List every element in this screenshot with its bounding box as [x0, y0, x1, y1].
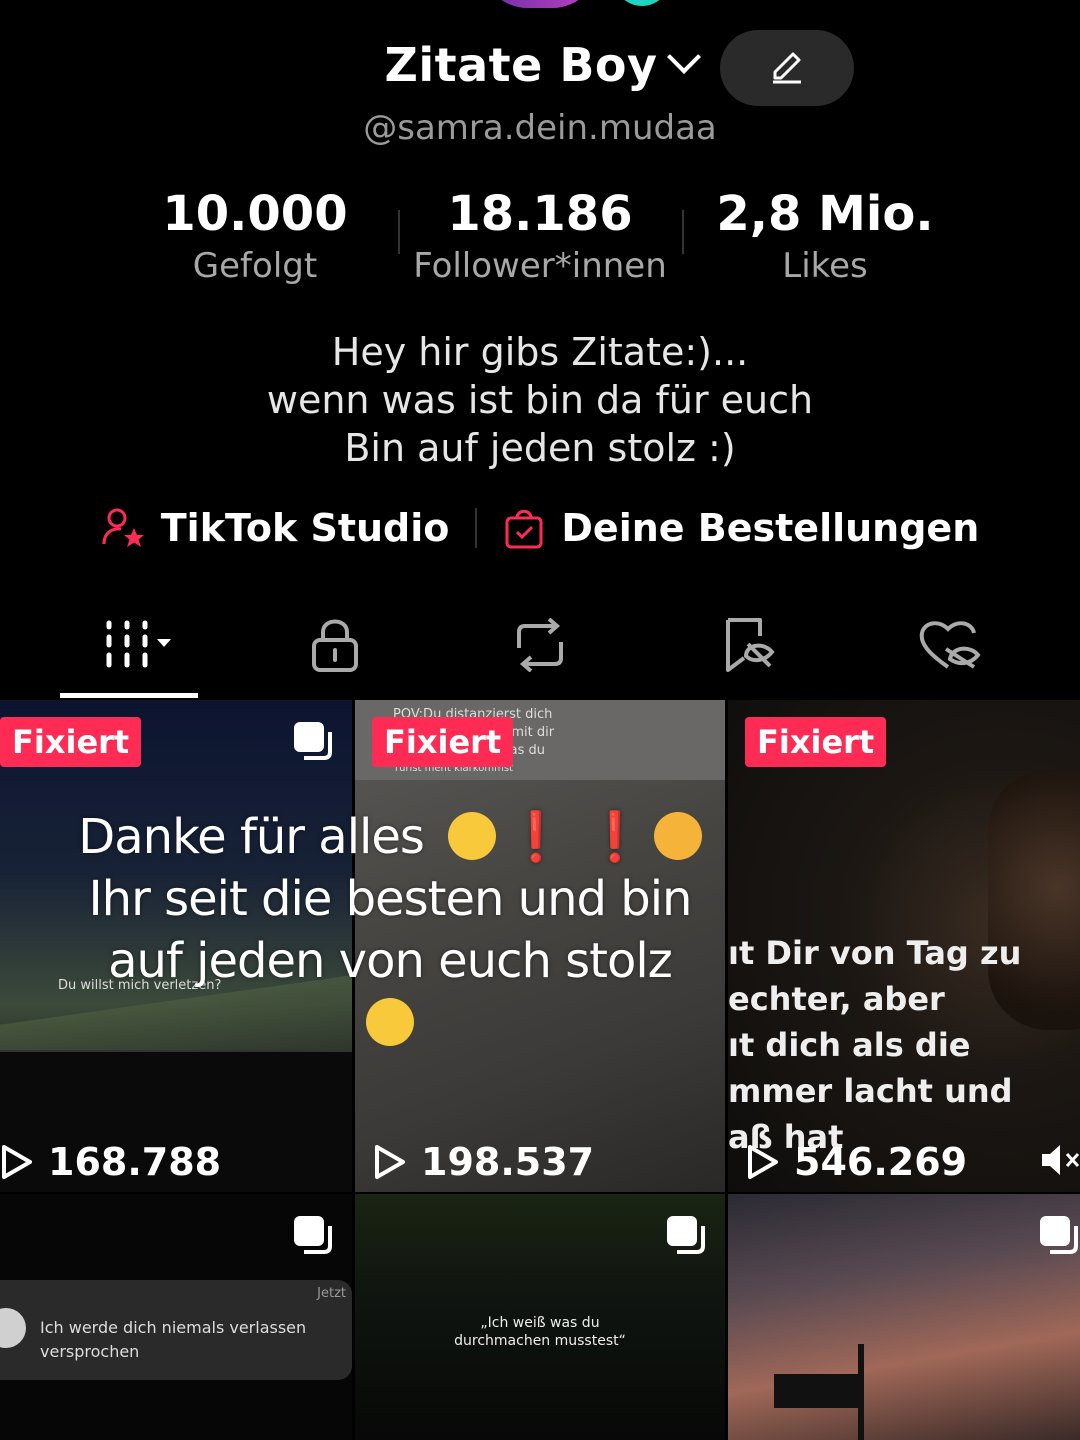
active-tab-indicator: [60, 693, 198, 698]
play-icon: [2, 1145, 32, 1179]
overlay-caption: Danke für alles ❗ ❗ Ihr seit die besten u…: [40, 806, 740, 1054]
notification-line: Ich werde dich niemals verlassen: [40, 1318, 307, 1337]
add-avatar-badge[interactable]: [614, 0, 670, 6]
caption-line: echter, aber: [728, 980, 945, 1018]
link-label: TikTok Studio: [160, 506, 450, 550]
saved-icon: [726, 618, 775, 672]
pencil-icon: [773, 52, 801, 84]
stat-following[interactable]: 10.000 Gefolgt: [105, 186, 405, 286]
play-icon: [748, 1145, 778, 1179]
stat-label: Likes: [782, 246, 868, 286]
profile-name: Zitate Boy: [384, 38, 658, 92]
tab-private[interactable]: [275, 610, 395, 680]
muted-icon[interactable]: [1040, 1142, 1080, 1178]
caption-line: „Ich weiß was du: [480, 1315, 600, 1331]
overlay-line: auf jeden von euch stolz: [108, 933, 673, 989]
street-sign: [774, 1374, 858, 1408]
pleading-face-emoji-icon: [366, 998, 414, 1046]
divider: [475, 508, 478, 548]
shopping-bag-icon: [505, 509, 543, 549]
caption-line: mmer lacht und: [728, 1072, 1013, 1110]
avatar: [0, 1308, 26, 1348]
notification-card: Jetzt Ich werde dich niemals verlassen v…: [0, 1280, 352, 1380]
caption-line: ıt Dir von Tag zu: [728, 934, 1022, 972]
profile-handle: @samra.dein.mudaa: [363, 108, 717, 148]
video-tile[interactable]: [728, 1194, 1080, 1440]
video-tile[interactable]: Jetzt Ich werde dich niemals verlassen v…: [0, 1194, 352, 1440]
caption-line: durchmachen musstest“: [454, 1333, 626, 1349]
multi-photo-icon: [294, 1216, 332, 1254]
profile-links: TikTok Studio Deine Bestellungen: [0, 498, 1080, 558]
stat-followers[interactable]: 18.186 Follower*innen: [390, 186, 690, 286]
stat-value: 10.000: [162, 186, 348, 242]
pinned-badge: Fixiert: [745, 717, 887, 767]
exclamation-icon: ❗: [506, 809, 566, 865]
videos-grid-icon: [106, 620, 171, 668]
stat-value: 18.186: [447, 186, 633, 242]
multi-photo-icon: [1040, 1216, 1078, 1254]
liked-icon: [919, 621, 981, 669]
creator-star-icon: [102, 508, 144, 547]
tab-liked[interactable]: [890, 610, 1010, 680]
view-count: 198.537: [373, 1140, 594, 1184]
view-count: 168.788: [0, 1140, 221, 1184]
stat-value: 2,8 Mio.: [716, 186, 934, 242]
profile-bio: Hey hir gibs Zitate:)... wenn was ist bi…: [0, 328, 1080, 472]
exclamation-icon: ❗: [584, 809, 645, 865]
profile-tabs: [0, 600, 1080, 700]
stat-label: Gefolgt: [192, 246, 318, 286]
bio-line: wenn was ist bin da für euch: [266, 378, 814, 422]
bio-line: Bin auf jeden stolz :): [344, 426, 736, 470]
repost-icon: [517, 618, 563, 672]
link-label: Deine Bestellungen: [561, 506, 980, 550]
multi-photo-icon: [667, 1216, 705, 1254]
pinned-badge: Fixiert: [372, 717, 514, 767]
caption-line: ıt dich als die: [728, 1026, 971, 1064]
video-tile[interactable]: Fixiert ıt Dir von Tag zu echter, aber ı…: [728, 700, 1080, 1192]
profile-name-row[interactable]: Zitate Boy: [0, 38, 1080, 92]
sign-post: [858, 1344, 864, 1440]
stat-label: Follower*innen: [413, 246, 667, 286]
video-tile[interactable]: „Ich weiß was du durchmachen musstest“: [355, 1194, 725, 1440]
lock-icon: [312, 619, 358, 672]
tab-videos[interactable]: [68, 610, 188, 680]
play-icon: [375, 1145, 405, 1179]
view-count: 546.269: [746, 1140, 967, 1184]
bio-line: Hey hir gibs Zitate:)...: [331, 330, 749, 374]
notification-time: Jetzt: [317, 1286, 346, 1301]
tab-reposts[interactable]: [480, 610, 600, 680]
view-count-value: 198.537: [421, 1140, 595, 1184]
avatar[interactable]: [480, 0, 600, 8]
tiktok-studio-link[interactable]: TikTok Studio: [101, 506, 450, 550]
notification-text: Ich werde dich niemals verlassen verspro…: [40, 1316, 306, 1364]
multi-photo-icon: [294, 722, 332, 760]
pinned-badge: Fixiert: [0, 717, 142, 767]
stat-likes[interactable]: 2,8 Mio. Likes: [675, 186, 975, 286]
edit-profile-button[interactable]: [720, 30, 854, 106]
tab-saved[interactable]: [690, 610, 810, 680]
overlay-line: Ihr seit die besten und bin: [88, 871, 693, 927]
video-caption: ıt Dir von Tag zu echter, aber ıt dich a…: [728, 930, 1021, 1160]
view-count-value: 168.788: [48, 1140, 222, 1184]
heart-eyes-emoji-icon: [653, 812, 702, 860]
video-caption: „Ich weiß was du durchmachen musstest“: [355, 1314, 725, 1350]
chevron-down-icon: [666, 40, 701, 74]
overlay-line: Danke für alles: [78, 809, 425, 865]
pleading-face-emoji-icon: [448, 812, 497, 860]
view-count-value: 546.269: [794, 1140, 968, 1184]
notification-line: versprochen: [40, 1342, 140, 1361]
orders-link[interactable]: Deine Bestellungen: [503, 506, 979, 550]
